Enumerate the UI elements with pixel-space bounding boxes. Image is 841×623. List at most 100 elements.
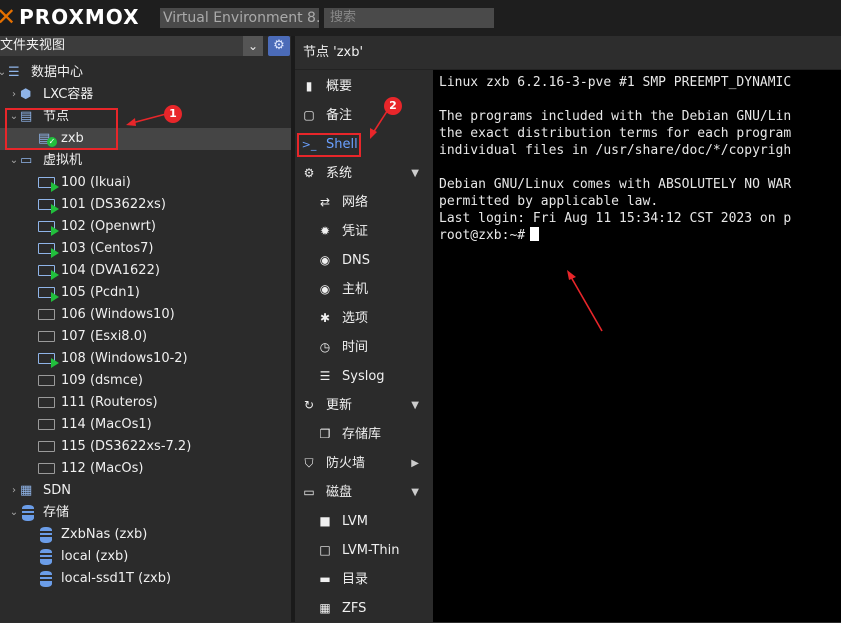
vm-icon (38, 265, 59, 280)
proxmox-logo[interactable]: ✕ PROXMOX (0, 3, 140, 31)
tree-item[interactable]: 115 (DS3622xs-7.2) (0, 436, 291, 458)
terminal-icon: >_ (301, 138, 317, 151)
clock-icon: ◷ (319, 340, 331, 354)
view-selector[interactable]: 文件夹视图 ⌄ (0, 36, 263, 56)
tree-item[interactable]: 107 (Esxi8.0) (0, 326, 291, 348)
nav-item-[interactable]: ⚙ 系统 ▼ (295, 159, 433, 188)
tree-item[interactable]: 100 (Ikuai) (0, 172, 291, 194)
nav-item-[interactable]: ✹ 凭证 (295, 217, 433, 246)
collapse-arrow-icon[interactable]: ⌄ (0, 62, 8, 84)
database-icon (40, 571, 52, 587)
tree-item[interactable]: 103 (Centos7) (0, 238, 291, 260)
running-status-icon (51, 292, 59, 302)
tree-item[interactable]: ⌄ ☰ 数据中心 (0, 62, 291, 84)
tree-settings-gear-icon[interactable]: ⚙ (268, 36, 290, 56)
tree-item-label: 107 (Esxi8.0) (61, 329, 148, 344)
annotation-badge-2: 2 (384, 97, 402, 115)
running-status-icon (51, 204, 59, 214)
page-title: 节点 'zxb' (295, 36, 841, 70)
tree-item-label: 100 (Ikuai) (61, 175, 131, 190)
tree-item-label: 数据中心 (31, 65, 84, 80)
nav-item-label: 概要 (326, 79, 353, 94)
search-input[interactable]: 搜索 (324, 8, 494, 28)
nav-item-[interactable]: ◉ 主机 (295, 275, 433, 304)
nav-item-[interactable]: ⛉ 防火墙 ▶ (295, 449, 433, 478)
nav-item-[interactable]: ↻ 更新 ▼ (295, 391, 433, 420)
shell-terminal[interactable]: Linux zxb 6.2.16-3-pve #1 SMP PREEMPT_DY… (433, 70, 841, 622)
template-icon (38, 463, 55, 474)
tree-item[interactable]: local-ssd1T (zxb) (0, 568, 291, 590)
tree-item-label: 115 (DS3622xs-7.2) (61, 439, 192, 454)
nav-item-label: 磁盘 (326, 485, 353, 500)
nav-item-[interactable]: ❐ 存储库 (295, 420, 433, 449)
nav-item-lvm[interactable]: ■ LVM (295, 507, 433, 536)
tree-item[interactable]: 104 (DVA1622) (0, 260, 291, 282)
refresh-icon: ↻ (303, 398, 315, 412)
gear-icon: ✱ (319, 311, 331, 325)
nav-item-[interactable]: ▮ 概要 (295, 72, 433, 101)
terminal-line: Linux zxb 6.2.16-3-pve #1 SMP PREEMPT_DY… (439, 75, 792, 90)
caret-down-icon[interactable]: ▼ (411, 391, 419, 420)
running-status-icon (51, 182, 59, 192)
nav-item-[interactable]: ✱ 选项 (295, 304, 433, 333)
tree-item[interactable]: 102 (Openwrt) (0, 216, 291, 238)
tree-item[interactable]: › ▦ SDN (0, 480, 291, 502)
tree-item[interactable]: 108 (Windows10-2) (0, 348, 291, 370)
vm-icon (38, 199, 59, 214)
nav-item-[interactable]: ▭ 磁盘 ▼ (295, 478, 433, 507)
tree-item[interactable]: local (zxb) (0, 546, 291, 568)
note-icon: ▢ (303, 108, 315, 122)
exchange-icon: ⇄ (319, 195, 331, 209)
nav-item-[interactable]: ◷ 时间 (295, 333, 433, 362)
tree-item-label: 101 (DS3622xs) (61, 197, 166, 212)
nav-item-[interactable]: ⇄ 网络 (295, 188, 433, 217)
collapse-arrow-icon[interactable]: ⌄ (8, 502, 20, 524)
running-status-icon (51, 270, 59, 280)
nav-item-label: 主机 (342, 282, 369, 297)
chevron-down-icon[interactable]: ⌄ (243, 36, 263, 56)
nav-item-label: DNS (342, 253, 370, 268)
caret-down-icon[interactable]: ▼ (411, 159, 419, 188)
expand-arrow-icon[interactable]: › (8, 84, 20, 106)
tree-item[interactable]: › ⬢ LXC容器 (0, 84, 291, 106)
expand-arrow-icon[interactable]: › (8, 480, 20, 502)
tree-item-label: 108 (Windows10-2) (61, 351, 188, 366)
database-icon (40, 527, 52, 543)
nav-item-shell[interactable]: >_ Shell (295, 130, 433, 159)
nav-item-lvm-thin[interactable]: □ LVM-Thin (295, 536, 433, 565)
vm-icon (38, 441, 55, 452)
caret-right-icon[interactable]: ▶ (411, 449, 419, 478)
tree-item[interactable]: 111 (Routeros) (0, 392, 291, 414)
terminal-line: The programs included with the Debian GN… (439, 109, 792, 124)
nav-item-[interactable]: ▬ 目录 (295, 565, 433, 594)
tree-item[interactable]: ⌄ 存储 (0, 502, 291, 524)
nav-item-label: 防火墙 (326, 456, 366, 471)
tree-item[interactable]: ZxbNas (zxb) (0, 524, 291, 546)
database-icon (22, 505, 34, 521)
certificate-icon: ✹ (319, 224, 331, 238)
tree-item[interactable]: 112 (MacOs) (0, 458, 291, 480)
nav-item-dns[interactable]: ◉ DNS (295, 246, 433, 275)
tree-item[interactable]: ⌄ ▭ 虚拟机 (0, 150, 291, 172)
tree-item[interactable]: 114 (MacOs1) (0, 414, 291, 436)
nav-item-label: 备注 (326, 108, 353, 123)
tree-item-label: 112 (MacOs) (61, 461, 144, 476)
terminal-line: individual files in /usr/share/doc/*/cop… (439, 143, 792, 158)
cogs-icon: ⚙ (303, 166, 315, 180)
nav-item-zfs[interactable]: ▦ ZFS (295, 594, 433, 623)
tree-item[interactable]: 105 (Pcdn1) (0, 282, 291, 304)
logo-text: PROXMOX (19, 5, 140, 29)
tree-item[interactable]: 109 (dsmce) (0, 370, 291, 392)
nav-item-[interactable]: ▢ 备注 (295, 101, 433, 130)
square-outline-icon: □ (319, 543, 331, 557)
collapse-arrow-icon[interactable]: ⌄ (8, 150, 20, 172)
tree-item[interactable]: 106 (Windows10) (0, 304, 291, 326)
terminal-line: the exact distribution terms for each pr… (439, 126, 792, 141)
running-status-icon (51, 248, 59, 258)
tree-item[interactable]: 101 (DS3622xs) (0, 194, 291, 216)
nav-item-syslog[interactable]: ☰ Syslog (295, 362, 433, 391)
annotation-badge-1: 1 (164, 105, 182, 123)
terminal-line: Last login: Fri Aug 11 15:34:12 CST 2023… (439, 211, 792, 226)
folder-icon: ▬ (319, 572, 331, 586)
caret-down-icon[interactable]: ▼ (411, 478, 419, 507)
